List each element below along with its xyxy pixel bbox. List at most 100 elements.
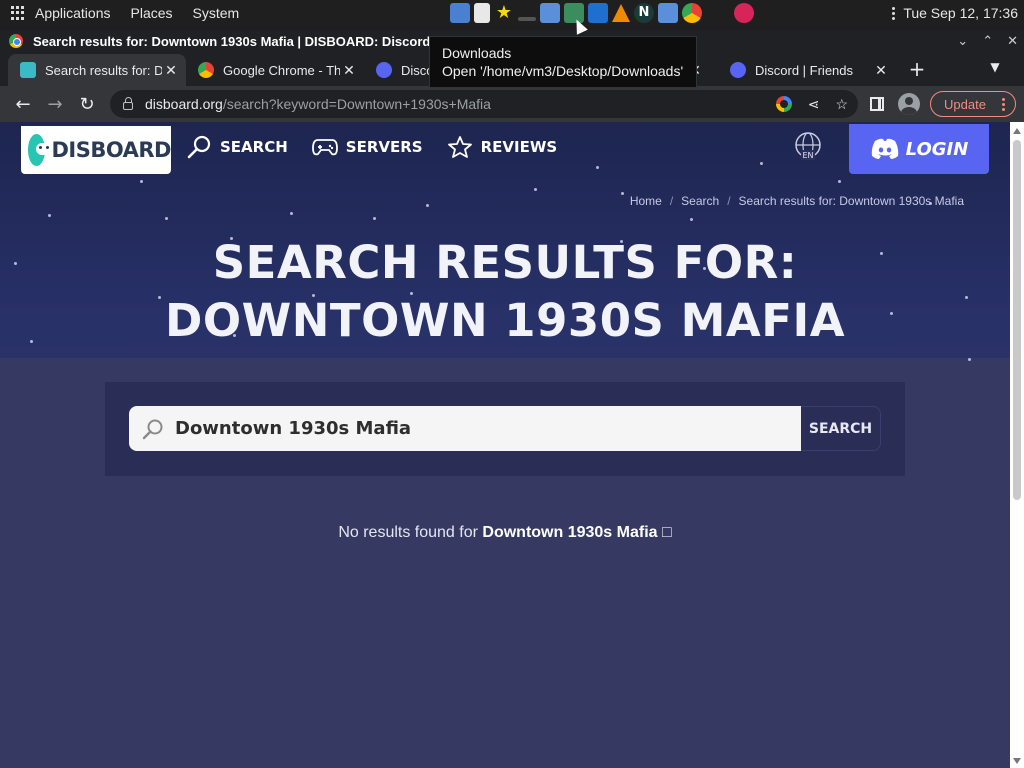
disboard-mascot-icon	[28, 134, 53, 166]
magnifier-icon	[187, 135, 211, 159]
no-results-keyword: Downtown 1930s Mafia	[482, 524, 658, 541]
breadcrumb-search[interactable]: Search	[681, 194, 719, 208]
discord-favicon-icon	[730, 62, 746, 78]
site-logo[interactable]: DISBOARD	[21, 126, 171, 174]
star-dot	[621, 192, 624, 195]
star-dot	[534, 188, 537, 191]
search-magnifier-icon	[142, 419, 163, 439]
terminal-icon[interactable]	[518, 17, 536, 21]
tab-discord-friends[interactable]: Discord | Friends ✕	[718, 54, 896, 86]
toolbar-right	[870, 86, 920, 122]
tab-title: Google Chrome - Th	[223, 62, 340, 78]
new-tab-plus-icon[interactable]: +	[906, 58, 928, 80]
no-results-glyph: □	[662, 524, 672, 541]
apps-grid-icon[interactable]	[11, 6, 25, 20]
window-up-icon[interactable]: ⌃	[982, 33, 993, 49]
star-dot	[690, 218, 693, 221]
share-icon[interactable]: ⋖	[808, 96, 820, 113]
chrome-favicon-icon	[198, 62, 214, 78]
window-close-icon[interactable]: ✕	[1007, 33, 1018, 49]
breadcrumb-home[interactable]: Home	[630, 194, 662, 208]
star-dot	[373, 217, 376, 220]
chrome-menu-icon[interactable]	[1002, 98, 1005, 111]
address-bar[interactable]: disboard.org/search?keyword=Downtown+193…	[110, 90, 858, 118]
star-dot	[596, 166, 599, 169]
lock-icon[interactable]	[123, 97, 133, 110]
no-results-message: No results found for Downtown 1930s Mafi…	[0, 524, 1010, 542]
tab-title: Discord | Friends	[755, 62, 854, 78]
debian-icon[interactable]	[734, 3, 754, 23]
google-lens-icon[interactable]	[775, 96, 792, 112]
gamepad-icon	[311, 139, 338, 156]
window-chevron-icon[interactable]: ⌄	[957, 33, 968, 49]
tray-spacer	[706, 3, 730, 23]
side-panel-icon[interactable]	[870, 97, 884, 111]
star-dot	[965, 296, 968, 299]
os-menu-system[interactable]: System	[193, 5, 240, 21]
nav-servers[interactable]: SERVERS	[311, 136, 423, 158]
star-dot	[760, 162, 763, 165]
site-nav: SEARCH SERVERS REVIEWS	[186, 134, 581, 160]
text-editor-icon[interactable]	[474, 3, 490, 23]
search-input[interactable]	[175, 418, 775, 439]
scroll-up-arrow-icon[interactable]	[1013, 128, 1021, 134]
star-dot	[290, 212, 293, 215]
tab-close-icon[interactable]: ✕	[340, 62, 358, 79]
nav-reviews-label: REVIEWS	[480, 138, 558, 156]
os-clock-area: Tue Sep 12, 17:36	[892, 0, 1018, 26]
os-menu-kebab-icon[interactable]	[892, 6, 896, 20]
star-dot	[14, 262, 17, 265]
search-input-wrapper	[129, 406, 801, 451]
tab-search-results[interactable]: Search results for: Downtown ✕	[8, 54, 186, 86]
search-panel: SEARCH	[105, 382, 905, 476]
no-results-prefix: No results found for	[338, 524, 478, 541]
star-dot	[140, 180, 143, 183]
search-submit-button[interactable]: SEARCH	[801, 406, 881, 451]
tab-title: Search results for: Downtown	[45, 62, 162, 78]
tooltip-detail: Open '/home/vm3/Desktop/Downloads'	[442, 63, 684, 79]
breadcrumb: Home / Search / Search results for: Down…	[630, 194, 964, 208]
os-menu-applications[interactable]: Applications	[35, 5, 111, 21]
update-button[interactable]: Update	[930, 91, 1016, 117]
page-viewport: DISBOARD SEARCH SERVERS REVIEWS EN LOGIN…	[0, 122, 1010, 768]
url-path: /search?keyword=Downtown+1930s+Mafia	[222, 96, 491, 112]
nav-reviews[interactable]: REVIEWS	[447, 135, 558, 159]
nav-search[interactable]: SEARCH	[186, 134, 288, 160]
tab-search-chevron-icon[interactable]: ▼	[986, 60, 1004, 78]
login-button[interactable]: LOGIN	[849, 124, 989, 174]
folder-icon[interactable]	[658, 3, 678, 23]
page-scrollbar[interactable]	[1010, 122, 1024, 768]
breadcrumb-current: Search results for: Downtown 1930s Mafia	[738, 194, 964, 208]
vlc-icon[interactable]	[612, 4, 630, 22]
reload-icon[interactable]: ↻	[71, 94, 103, 115]
star-dot	[426, 204, 429, 207]
window-controls: ⌄ ⌃ ✕	[957, 30, 1018, 52]
tab-close-icon[interactable]: ✕	[872, 62, 890, 79]
tab-google-chrome[interactable]: Google Chrome - Th ✕	[186, 54, 364, 86]
star-outline-icon	[447, 136, 472, 158]
star-app-icon[interactable]: ★	[494, 3, 514, 23]
logo-text: DISBOARD	[51, 138, 171, 162]
os-top-panel: Applications Places System ★ N Tue Sep 1…	[0, 0, 1024, 26]
star-dot	[968, 358, 971, 361]
files-icon[interactable]	[540, 3, 560, 23]
scroll-thumb[interactable]	[1013, 140, 1021, 500]
scroll-down-arrow-icon[interactable]	[1013, 758, 1021, 764]
star-dot	[165, 217, 168, 220]
os-menu-places[interactable]: Places	[131, 5, 173, 21]
tooltip-title: Downloads	[442, 45, 512, 61]
breadcrumb-separator: /	[669, 194, 674, 208]
forward-arrow-icon[interactable]: →	[39, 94, 71, 115]
bookmark-star-icon[interactable]: ☆	[835, 96, 848, 113]
clock-text[interactable]: Tue Sep 12, 17:36	[903, 5, 1018, 21]
windows-icon[interactable]	[588, 3, 608, 23]
home-folder-icon[interactable]	[450, 3, 470, 23]
notion-icon[interactable]: N	[634, 3, 654, 23]
back-arrow-icon[interactable]: ←	[7, 94, 39, 115]
profile-avatar-icon[interactable]	[898, 93, 920, 115]
discord-favicon-icon	[376, 62, 392, 78]
language-globe-icon[interactable]: EN	[793, 132, 823, 162]
chrome-launcher-icon[interactable]	[682, 3, 702, 23]
tab-close-icon[interactable]: ✕	[162, 62, 180, 79]
disboard-favicon-icon	[20, 62, 36, 78]
